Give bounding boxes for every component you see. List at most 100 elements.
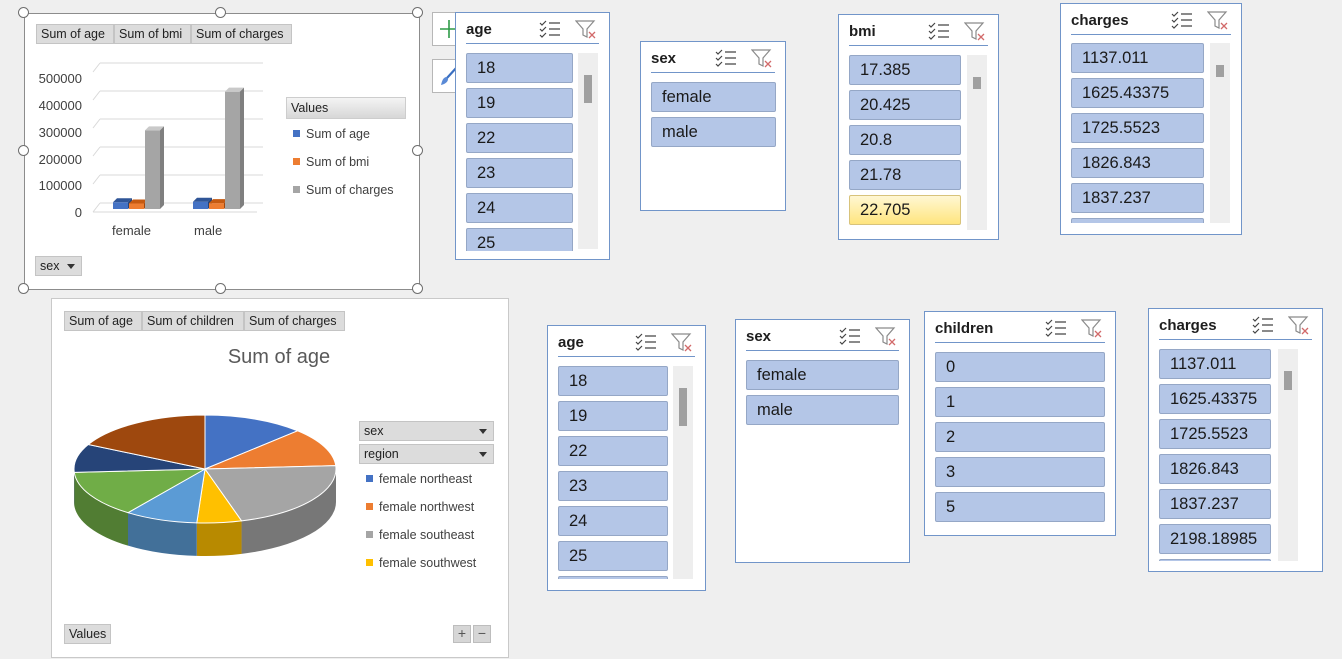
slicer-item[interactable] (1071, 218, 1204, 223)
slicer-item[interactable]: 1826.843 (1071, 148, 1204, 178)
multi-select-icon[interactable] (1171, 10, 1193, 30)
multi-select-icon[interactable] (1252, 315, 1274, 335)
axis-field-button-sex[interactable]: sex (35, 256, 82, 276)
pie-chart[interactable]: Sum of age Sum of children Sum of charge… (51, 298, 509, 658)
collapse-field-button[interactable]: − (473, 625, 491, 643)
filter-field-region[interactable]: region (359, 444, 494, 464)
slicer-item[interactable]: 17.385 (849, 55, 961, 85)
slicer-item[interactable]: 5 (935, 492, 1105, 522)
clear-filter-icon[interactable] (670, 332, 693, 352)
multi-select-icon[interactable] (928, 21, 950, 41)
clear-filter-icon[interactable] (750, 48, 773, 68)
clear-filter-icon[interactable] (1287, 315, 1310, 335)
clear-filter-icon[interactable] (574, 19, 597, 39)
slicer-item[interactable]: 2 (935, 422, 1105, 452)
slicer-item[interactable]: 1725.5523 (1071, 113, 1204, 143)
clear-filter-icon[interactable] (1080, 318, 1103, 338)
scrollbar-thumb[interactable] (973, 77, 981, 89)
slicer-item[interactable]: 23 (558, 471, 668, 501)
clear-filter-icon[interactable] (1206, 10, 1229, 30)
column-chart[interactable]: Sum of age Sum of bmi Sum of charges 500… (24, 13, 420, 290)
filter-field-sex[interactable]: sex (359, 421, 494, 441)
slicer-scrollbar[interactable] (1210, 43, 1230, 223)
legend-swatch (366, 503, 373, 510)
slicer-item[interactable]: 25 (558, 541, 668, 571)
slicer-item[interactable]: 20.425 (849, 90, 961, 120)
slicer-scrollbar[interactable] (578, 53, 598, 249)
resize-handle[interactable] (412, 145, 423, 156)
slicer-item[interactable]: 19 (466, 88, 573, 118)
slicer-sex[interactable]: sex female male (735, 319, 910, 563)
slicer-item[interactable]: 1137.011 (1071, 43, 1204, 73)
slicer-item[interactable]: 18 (466, 53, 573, 83)
resize-handle[interactable] (412, 283, 423, 294)
slicer-charges[interactable]: charges 1137.011 1625.43375 1725.5523 1826.8… (1148, 308, 1323, 572)
slicer-item[interactable]: female (746, 360, 899, 390)
slicer-item[interactable]: 22 (466, 123, 573, 153)
slicer-scrollbar[interactable] (673, 366, 693, 579)
slicer-scrollbar[interactable] (1278, 349, 1298, 561)
scrollbar-thumb[interactable] (1216, 65, 1224, 77)
slicer-item[interactable]: 24 (466, 193, 573, 223)
slicer-item[interactable]: 20.8 (849, 125, 961, 155)
multi-select-icon[interactable] (635, 332, 657, 352)
resize-handle[interactable] (412, 7, 423, 18)
slicer-item[interactable]: 1837.237 (1159, 489, 1271, 519)
slicer-item[interactable]: 1625.43375 (1159, 384, 1271, 414)
multi-select-icon[interactable] (539, 19, 561, 39)
column-bar[interactable] (145, 126, 164, 209)
slicer-item[interactable]: female (651, 82, 776, 112)
slicer-sex[interactable]: sex female male (640, 41, 786, 211)
clear-filter-icon[interactable] (874, 326, 897, 346)
slicer-item[interactable]: 1137.011 (1159, 349, 1271, 379)
slicer-item[interactable]: 1826.843 (1159, 454, 1271, 484)
slicer-bmi[interactable]: bmi 17.385 20.425 20.8 21.78 22.705 (838, 14, 999, 240)
legend-swatch (366, 475, 373, 482)
column-bar[interactable] (225, 87, 244, 209)
resize-handle[interactable] (18, 283, 29, 294)
expand-field-button[interactable]: + (453, 625, 471, 643)
slicer-children[interactable]: children 0 1 2 3 5 (924, 311, 1116, 536)
slicer-item[interactable]: 21.78 (849, 160, 961, 190)
scrollbar-thumb[interactable] (584, 75, 592, 103)
multi-select-icon[interactable] (839, 326, 861, 346)
slicer-scrollbar[interactable] (967, 55, 987, 230)
slicer-item[interactable]: male (746, 395, 899, 425)
slicer-item[interactable] (558, 576, 668, 579)
slicer-item[interactable]: 24 (558, 506, 668, 536)
multi-select-icon[interactable] (1045, 318, 1067, 338)
slicer-item[interactable]: 22.705 (849, 195, 961, 225)
slicer-age[interactable]: age 18 19 22 23 24 25 (547, 325, 706, 591)
slicer-item[interactable] (1159, 559, 1271, 561)
slicer-item[interactable]: 1625.43375 (1071, 78, 1204, 108)
legend-label: Sum of age (306, 127, 370, 141)
slicer-item[interactable]: 1 (935, 387, 1105, 417)
multi-select-icon[interactable] (715, 48, 737, 68)
slicer-item[interactable]: male (651, 117, 776, 147)
filter-field-label: sex (364, 424, 384, 438)
slicer-item[interactable]: 3 (935, 457, 1105, 487)
slicer-item[interactable]: 0 (935, 352, 1105, 382)
gridline (92, 62, 101, 73)
slicer-item[interactable]: 2198.18985 (1159, 524, 1271, 554)
slicer-item[interactable]: 1837.237 (1071, 183, 1204, 213)
scrollbar-thumb[interactable] (679, 388, 687, 426)
axis-field-label: sex (40, 259, 60, 273)
resize-handle[interactable] (215, 7, 226, 18)
values-field-button[interactable]: Values (64, 624, 111, 644)
slicer-item[interactable]: 22 (558, 436, 668, 466)
slicer-charges[interactable]: charges 1137.011 1625.43375 1725.5523 1826.8… (1060, 3, 1242, 235)
slicer-item[interactable]: 18 (558, 366, 668, 396)
slicer-item[interactable]: 1725.5523 (1159, 419, 1271, 449)
legend-title[interactable]: Values (286, 97, 406, 119)
slicer-item[interactable]: 23 (466, 158, 573, 188)
clear-filter-icon[interactable] (963, 21, 986, 41)
scrollbar-thumb[interactable] (1284, 371, 1292, 390)
resize-handle[interactable] (215, 283, 226, 294)
slicer-header: charges (1159, 309, 1312, 340)
resize-handle[interactable] (18, 7, 29, 18)
slicer-item[interactable]: 19 (558, 401, 668, 431)
slicer-age[interactable]: age 18 19 22 23 24 25 (455, 12, 610, 260)
slicer-item[interactable]: 25 (466, 228, 573, 251)
resize-handle[interactable] (18, 145, 29, 156)
